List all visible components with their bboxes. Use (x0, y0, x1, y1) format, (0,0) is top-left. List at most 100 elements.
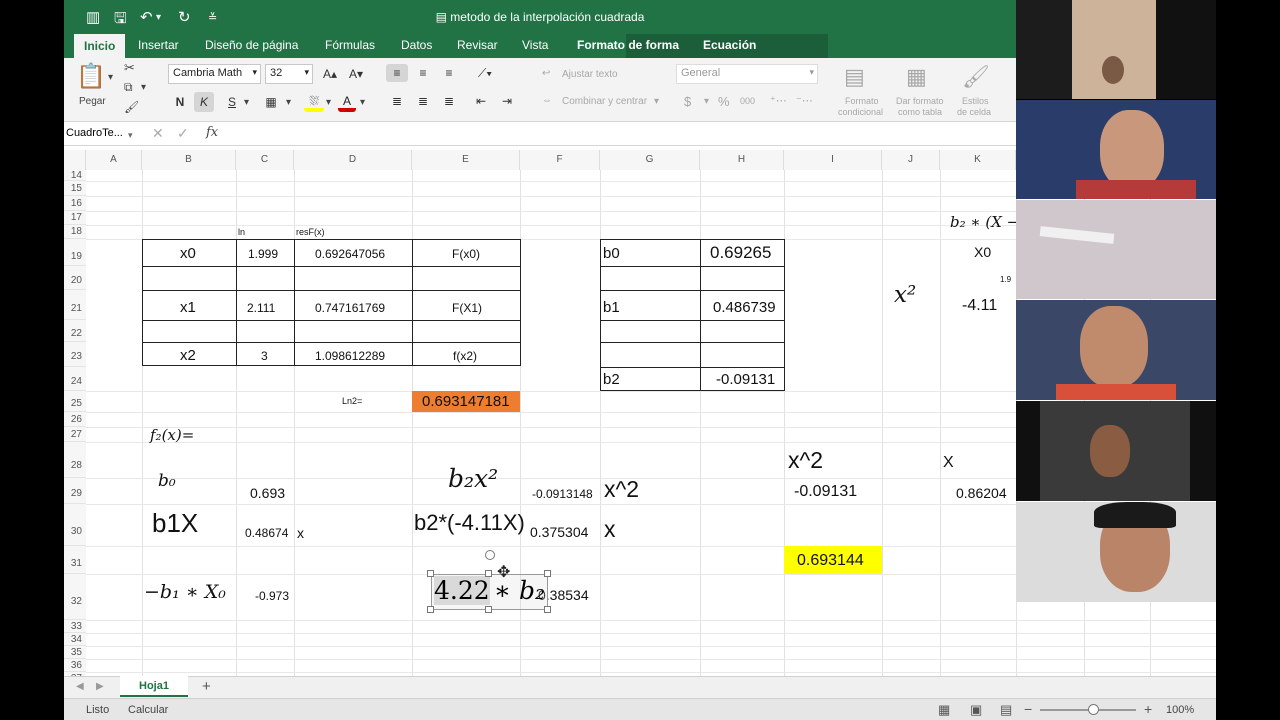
merge-center-dropdown-icon[interactable]: ▾ (654, 96, 659, 107)
decrease-decimal-icon[interactable]: ⁻⋯ (796, 94, 813, 107)
cell-c30-x[interactable]: x (297, 525, 304, 541)
participant-video[interactable] (1016, 300, 1216, 400)
fill-color-dropdown-icon[interactable]: ▾ (326, 97, 331, 108)
equation-k18[interactable]: b₂ ∗ (X − (950, 213, 1019, 231)
column-header[interactable]: G (600, 150, 700, 170)
fill-color-icon[interactable]: ⛆ (304, 92, 324, 112)
page-layout-icon[interactable]: ▣ (970, 702, 982, 718)
next-sheet-icon[interactable]: ▶ (96, 681, 104, 692)
increase-font-size-icon[interactable]: A▴ (318, 64, 342, 84)
column-header[interactable]: K (940, 150, 1016, 170)
row-header[interactable]: 20 (64, 266, 86, 290)
row-header[interactable]: 36 (64, 659, 86, 672)
equation-b0[interactable]: b₀ (158, 471, 176, 491)
equation-neg-b1x0[interactable]: −b₁ ∗ X₀ (144, 581, 226, 603)
zoom-out-icon[interactable]: − (1024, 701, 1032, 717)
cell-c30[interactable]: 0.48674 (245, 526, 288, 540)
column-header[interactable]: F (520, 150, 600, 170)
merge-center-button[interactable]: Combinar y centrar (562, 96, 647, 107)
cell-h24[interactable]: -0.09131 (716, 371, 775, 388)
resize-handle[interactable] (485, 570, 492, 577)
cell-g30[interactable]: x (604, 516, 616, 543)
column-header[interactable]: C (236, 150, 294, 170)
previous-sheet-icon[interactable]: ◀ (76, 681, 84, 692)
row-header[interactable]: 31 (64, 546, 86, 574)
tab-datos[interactable]: Datos (401, 38, 432, 52)
column-header[interactable]: B (142, 150, 236, 170)
column-header[interactable]: I (784, 150, 882, 170)
bold-button[interactable]: N (170, 92, 190, 112)
cell-k19[interactable]: X0 (974, 244, 991, 260)
cell-g29[interactable]: x^2 (604, 476, 639, 503)
cell-d25[interactable]: Ln2= (342, 396, 362, 406)
cell-k21[interactable]: -4.11 (962, 297, 997, 315)
paste-label[interactable]: Pegar (79, 96, 106, 107)
tab-formato-forma[interactable]: Formato de forma (577, 38, 679, 52)
cut-icon[interactable]: ✂ (124, 60, 135, 76)
cell-g24[interactable]: b2 (603, 371, 620, 388)
font-name-select[interactable]: Cambria Math ▾ (168, 64, 261, 84)
align-center-icon[interactable]: ≣ (412, 92, 434, 110)
row-header[interactable]: 22 (64, 320, 86, 342)
wrap-text-icon[interactable]: ↩ (542, 68, 550, 79)
decrease-indent-icon[interactable]: ⇤ (470, 92, 492, 110)
paste-dropdown-icon[interactable]: ▾ (108, 72, 113, 83)
resize-handle[interactable] (427, 570, 434, 577)
column-header[interactable]: J (882, 150, 940, 170)
enter-icon[interactable]: ✓ (177, 125, 189, 142)
row-header[interactable]: 26 (64, 412, 86, 427)
cell-styles-label[interactable]: Estilos (962, 96, 989, 106)
italic-button[interactable]: K (194, 92, 214, 112)
increase-indent-icon[interactable]: ⇥ (496, 92, 518, 110)
row-header[interactable]: 34 (64, 633, 86, 646)
equation-x2[interactable]: x² (894, 282, 916, 308)
cell-c19[interactable]: 1.999 (248, 247, 278, 261)
page-break-view-icon[interactable]: ▤ (1000, 702, 1012, 718)
format-painter-icon[interactable]: 🖌 (124, 100, 139, 114)
tab-vista[interactable]: Vista (522, 38, 548, 52)
wrap-text-button[interactable]: Ajustar texto (562, 69, 618, 80)
participant-video[interactable] (1016, 401, 1216, 501)
font-color-dropdown-icon[interactable]: ▾ (360, 97, 365, 108)
row-header[interactable]: 18 (64, 225, 86, 239)
participant-video[interactable] (1016, 0, 1216, 99)
resize-handle[interactable] (544, 606, 551, 613)
cell-d23[interactable]: 1.098612289 (315, 349, 385, 363)
equation-selected-number[interactable]: 4.22 (434, 576, 490, 605)
row-header[interactable]: 15 (64, 181, 86, 196)
equation-text-box[interactable]: 4.22 ∗ b₂ (431, 574, 548, 610)
merge-center-icon[interactable]: ⇔ (542, 95, 552, 106)
resize-handle[interactable] (427, 606, 434, 613)
align-left-icon[interactable]: ≣ (386, 92, 408, 110)
row-header[interactable]: 33 (64, 620, 86, 633)
cell-h21[interactable]: 0.486739 (713, 299, 776, 316)
tab-inicio[interactable]: Inicio (74, 34, 126, 58)
cell-g19[interactable]: b0 (603, 245, 620, 262)
cell-k20[interactable]: 1.9 (1000, 275, 1011, 284)
underline-dropdown-icon[interactable]: ▾ (244, 97, 249, 108)
row-header[interactable]: 23 (64, 342, 86, 367)
currency-button[interactable]: $ (684, 94, 691, 109)
column-header[interactable]: A (86, 150, 142, 170)
cell-e25[interactable]: 0.693147181 (422, 393, 510, 410)
cell-c18[interactable]: ln (238, 227, 245, 237)
row-header[interactable]: 32 (64, 574, 86, 620)
normal-view-icon[interactable]: ▦ (938, 702, 950, 718)
row-header[interactable]: 27 (64, 427, 86, 442)
underline-button[interactable]: S (222, 92, 242, 112)
align-right-icon[interactable]: ≣ (438, 92, 460, 110)
cell-k29[interactable]: 0.86204 (956, 485, 1007, 501)
thousands-button[interactable]: 000 (740, 96, 755, 106)
copy-icon[interactable]: ⧉ (124, 80, 133, 95)
row-header[interactable]: 35 (64, 646, 86, 659)
currency-dropdown-icon[interactable]: ▾ (704, 96, 709, 107)
cell-f29[interactable]: -0.0913148 (532, 487, 593, 501)
row-header[interactable]: 17 (64, 211, 86, 225)
row-header[interactable]: 28 (64, 442, 86, 478)
cell-b19[interactable]: x0 (180, 245, 196, 262)
cell-styles-icon[interactable]: 🖌 (962, 64, 990, 90)
cell-f30[interactable]: 0.375304 (530, 524, 588, 540)
equation-f2[interactable]: f₂(x)= (150, 426, 194, 444)
orientation-icon[interactable]: ⟋▾ (472, 64, 498, 82)
tab-revisar[interactable]: Revisar (457, 38, 498, 52)
